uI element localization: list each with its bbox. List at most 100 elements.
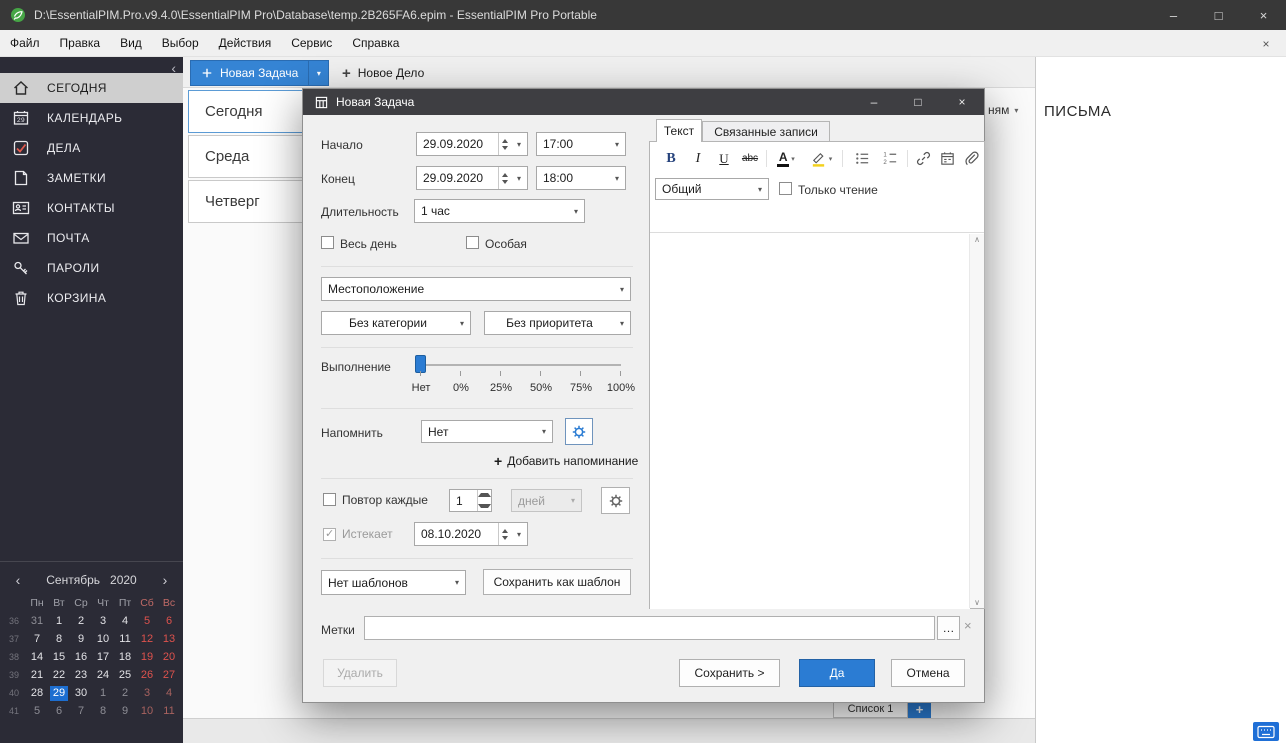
sidebar-collapse-icon[interactable]: ‹ — [171, 60, 176, 76]
cancel-button[interactable]: Отмена — [891, 659, 965, 687]
start-time-select[interactable]: 17:00 ▾ — [536, 132, 626, 156]
calendar-day[interactable]: 19 — [138, 650, 156, 665]
sidebar-item-trash[interactable]: КОРЗИНА — [0, 283, 183, 313]
calendar-day[interactable]: 12 — [138, 632, 156, 647]
calendar-day[interactable]: 11 — [116, 632, 134, 647]
date-spinner[interactable] — [498, 167, 511, 189]
bullet-list-button[interactable] — [849, 146, 875, 171]
sidebar-item-passwords[interactable]: ПАРОЛИ — [0, 253, 183, 283]
calendar-day[interactable]: 26 — [138, 668, 156, 683]
calendar-day[interactable]: 30 — [72, 686, 90, 701]
yes-button[interactable]: Да — [799, 659, 875, 687]
clear-icon[interactable]: × — [964, 618, 972, 633]
insert-link-button[interactable] — [912, 146, 934, 171]
new-task-button[interactable]: Новая Задача ▾ — [190, 60, 330, 86]
sidebar-item-contacts[interactable]: КОНТАКТЫ — [0, 193, 183, 223]
date-spinner[interactable] — [498, 523, 511, 545]
font-color-button[interactable]: A ▾ — [771, 146, 801, 171]
tab-text[interactable]: Текст — [656, 119, 702, 142]
menu-actions[interactable]: Действия — [209, 30, 282, 56]
chevron-down-icon[interactable]: ▾ — [829, 155, 833, 163]
sidebar-item-today[interactable]: СЕГОДНЯ — [0, 73, 183, 103]
calendar-day[interactable]: 6 — [160, 614, 178, 629]
calendar-day[interactable]: 27 — [160, 668, 178, 683]
save-template-button[interactable]: Сохранить как шаблон — [483, 569, 631, 595]
chevron-down-icon[interactable]: ▾ — [511, 167, 527, 189]
menu-help[interactable]: Справка — [342, 30, 409, 56]
window-close-button[interactable]: × — [1241, 0, 1286, 30]
sidebar-item-calendar[interactable]: 29 КАЛЕНДАРЬ — [0, 103, 183, 133]
all-day-checkbox[interactable] — [321, 236, 334, 249]
delete-button[interactable]: Удалить — [323, 659, 397, 687]
calendar-day[interactable]: 18 — [116, 650, 134, 665]
calendar-day[interactable]: 8 — [50, 632, 68, 647]
sidebar-item-notes[interactable]: ЗАМЕТКИ — [0, 163, 183, 193]
tags-input[interactable] — [364, 616, 935, 640]
priority-select[interactable]: Без приоритета ▾ — [484, 311, 631, 335]
calendar-day[interactable]: 10 — [94, 632, 112, 647]
calendar-day[interactable]: 20 — [160, 650, 178, 665]
paragraph-style-select[interactable]: Общий ▾ — [655, 178, 769, 200]
input-indicator-icon[interactable] — [1253, 722, 1279, 741]
tab-related-records[interactable]: Связанные записи — [702, 121, 830, 141]
save-button[interactable]: Сохранить > — [679, 659, 780, 687]
highlight-button[interactable]: ▾ — [805, 146, 837, 171]
slider-track[interactable] — [416, 364, 621, 366]
calendar-day[interactable]: 24 — [94, 668, 112, 683]
chevron-down-icon[interactable]: ▾ — [511, 133, 527, 155]
special-checkbox[interactable] — [466, 236, 479, 249]
menu-edit[interactable]: Правка — [50, 30, 111, 56]
calendar-day-selected[interactable]: 29 — [50, 685, 68, 701]
calendar-day[interactable]: 16 — [72, 650, 90, 665]
calendar-day[interactable]: 13 — [160, 632, 178, 647]
numbered-list-button[interactable]: 12 — [877, 146, 903, 171]
calendar-day[interactable]: 4 — [116, 614, 134, 629]
calendar-day[interactable]: 21 — [28, 668, 46, 683]
calendar-day[interactable]: 1 — [94, 686, 112, 701]
group-by-select[interactable]: ням ▾ — [988, 103, 1018, 117]
repeat-count-stepper[interactable]: 1 — [449, 489, 492, 512]
calendar-day[interactable]: 14 — [28, 650, 46, 665]
calendar-day[interactable]: 15 — [50, 650, 68, 665]
stepper-buttons[interactable] — [477, 490, 491, 511]
reminder-select[interactable]: Нет ▾ — [421, 420, 553, 443]
sidebar-item-mail[interactable]: ПОЧТА — [0, 223, 183, 253]
end-date-input[interactable]: 29.09.2020 ▾ — [416, 166, 528, 190]
sidebar-item-todo[interactable]: ДЕЛА — [0, 133, 183, 163]
duration-select[interactable]: 1 час ▾ — [414, 199, 585, 223]
calendar-day[interactable]: 9 — [72, 632, 90, 647]
reminder-settings-button[interactable] — [565, 418, 593, 445]
calendar-day[interactable]: 28 — [28, 686, 46, 701]
expires-date-input[interactable]: 08.10.2020 ▾ — [414, 522, 528, 546]
italic-button[interactable]: I — [685, 146, 711, 171]
attach-file-button[interactable] — [960, 146, 982, 171]
calendar-day[interactable]: 8 — [94, 704, 112, 719]
calendar-day[interactable]: 10 — [138, 704, 156, 719]
menu-tools[interactable]: Сервис — [281, 30, 342, 56]
date-spinner[interactable] — [498, 133, 511, 155]
underline-button[interactable]: U — [711, 146, 737, 171]
scroll-up-icon[interactable]: ∧ — [974, 235, 980, 244]
add-reminder-link[interactable]: + Добавить напоминание — [494, 453, 638, 469]
bold-button[interactable]: B — [658, 146, 684, 171]
category-select[interactable]: Без категории ▾ — [321, 311, 471, 335]
repeat-checkbox[interactable] — [323, 493, 336, 506]
calendar-day[interactable]: 3 — [94, 614, 112, 629]
readonly-checkbox[interactable] — [779, 182, 792, 195]
window-maximize-button[interactable]: □ — [1196, 0, 1241, 30]
calendar-day[interactable]: 4 — [160, 686, 178, 701]
tags-browse-button[interactable]: … — [937, 616, 960, 640]
calendar-day[interactable]: 2 — [72, 614, 90, 629]
new-task-main[interactable]: Новая Задача — [191, 61, 308, 85]
calendar-day[interactable]: 31 — [28, 614, 46, 629]
dialog-minimize-button[interactable]: – — [852, 89, 896, 115]
chevron-down-icon[interactable]: ▾ — [511, 523, 527, 545]
menubar-close-icon[interactable]: × — [1254, 30, 1278, 57]
calendar-day[interactable]: 11 — [160, 704, 178, 719]
start-date-input[interactable]: 29.09.2020 ▾ — [416, 132, 528, 156]
calendar-day[interactable]: 9 — [116, 704, 134, 719]
strikethrough-button[interactable]: abc — [737, 146, 763, 171]
window-minimize-button[interactable]: – — [1151, 0, 1196, 30]
calendar-day[interactable]: 25 — [116, 668, 134, 683]
dialog-close-button[interactable]: × — [940, 89, 984, 115]
